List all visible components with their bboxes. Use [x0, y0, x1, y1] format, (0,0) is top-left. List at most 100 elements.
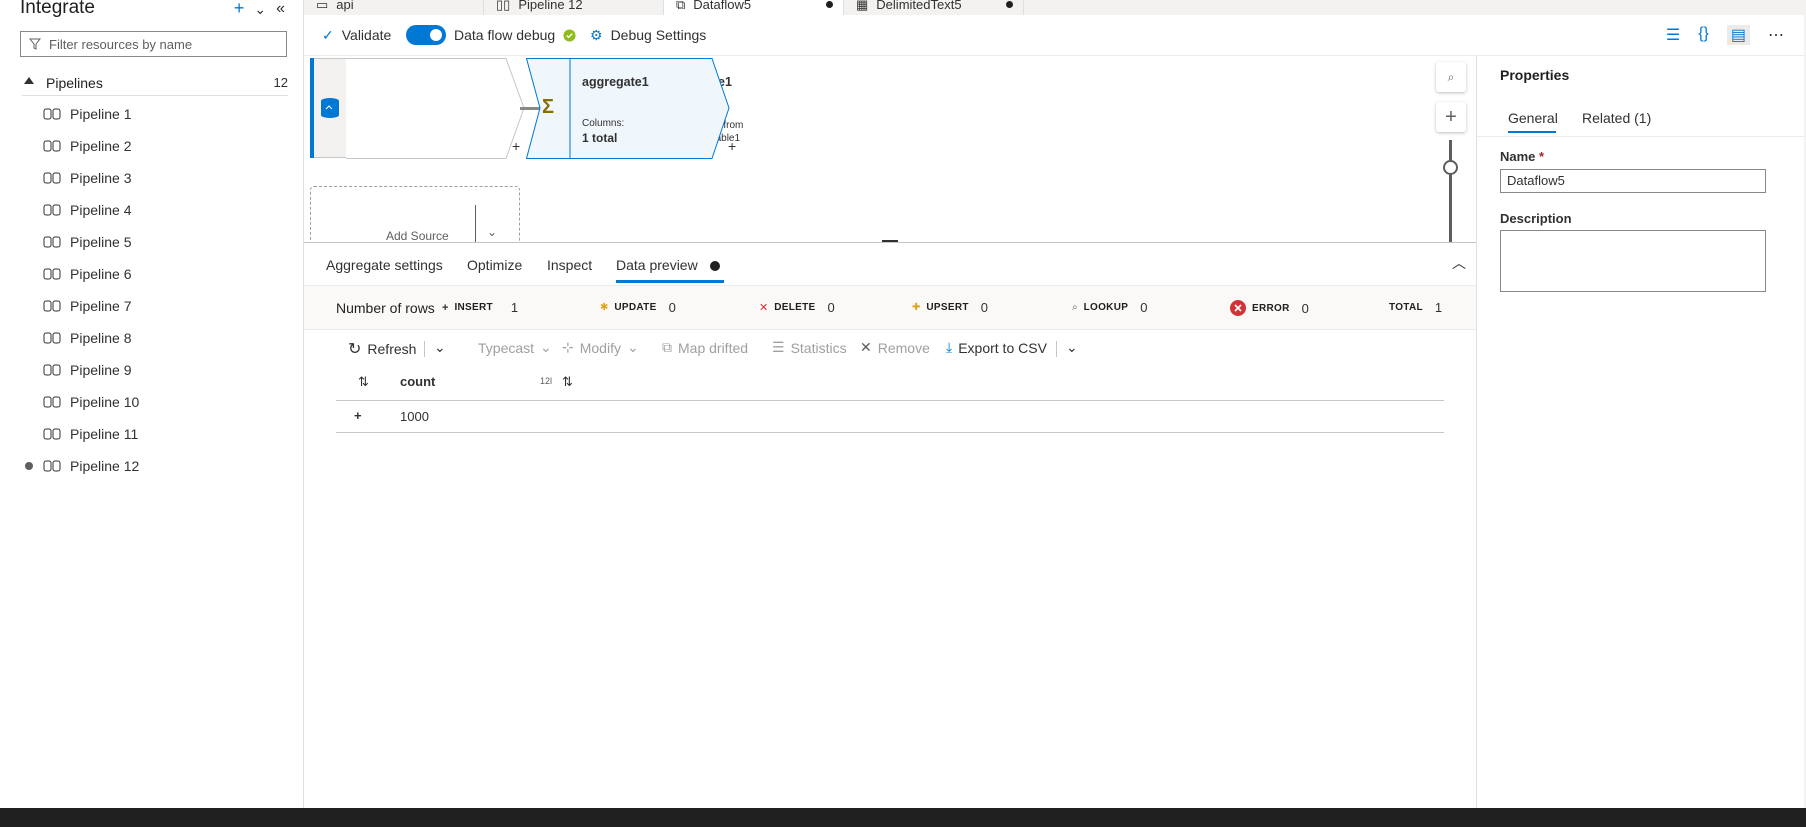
remove-button[interactable]: ✕ Remove — [860, 339, 930, 356]
pipeline-list-item[interactable]: Pipeline 5 — [25, 226, 285, 258]
debug-settings-button[interactable]: ⚙ Debug Settings — [590, 27, 706, 44]
tab-related[interactable]: Related (1) — [1582, 110, 1651, 126]
unsaved-dot-icon[interactable] — [1006, 1, 1013, 8]
stat-total: TOTAL 1 — [1389, 300, 1443, 315]
pipeline-icon — [43, 108, 63, 120]
pipeline-list-item[interactable]: Pipeline 12 — [25, 450, 285, 482]
pipeline-label: Pipeline 5 — [70, 234, 132, 250]
column-header-count[interactable]: count — [400, 374, 435, 389]
unsaved-dot-icon — [25, 174, 33, 182]
sort-icon[interactable]: ⇅ — [562, 374, 573, 390]
pipeline-list-item[interactable]: Pipeline 4 — [25, 194, 285, 226]
pipeline-list-item[interactable]: Pipeline 10 — [25, 386, 285, 418]
typecast-button[interactable]: Typecast ⌄ — [478, 339, 552, 356]
sort-icon[interactable]: ⇅ — [358, 374, 369, 390]
pipeline-icon: ▯▯ — [496, 0, 511, 12]
add-transform-source[interactable]: + — [512, 138, 520, 154]
pipeline-list: Pipeline 1 Pipeline 2 Pipeline 3 Pipeline 4… — [25, 98, 285, 482]
aggregate-node[interactable] — [526, 58, 746, 159]
active-dot-icon — [709, 261, 720, 272]
pipeline-list-item[interactable]: Pipeline 1 — [25, 98, 285, 130]
tab-delimitedtext5[interactable]: ▦ DelimitedText5 — [844, 0, 1024, 15]
table-row[interactable]: + 1000 — [336, 401, 1444, 433]
refresh-dropdown[interactable]: ⌄ — [434, 339, 446, 356]
tab-inspect[interactable]: Inspect — [547, 257, 592, 273]
pipeline-icon — [43, 140, 63, 152]
export-csv-button[interactable]: ⤓ Export to CSV — [946, 339, 1047, 356]
rows-label-group: Number of rows — [336, 300, 435, 316]
add-source-box[interactable]: Add Source ⌄ — [310, 186, 520, 242]
pipeline-list-item[interactable]: Pipeline 8 — [25, 322, 285, 354]
more-icon[interactable]: ⋯ — [1768, 25, 1784, 45]
tab-data-preview[interactable]: Data preview — [616, 257, 720, 273]
filter-input[interactable]: Filter resources by name — [20, 31, 287, 57]
insert-icon: + — [442, 301, 449, 314]
unsaved-dot-icon[interactable] — [826, 1, 833, 8]
description-input[interactable] — [1500, 230, 1766, 292]
tab-dataflow5[interactable]: ⧉ Dataflow5 — [664, 0, 844, 15]
pipeline-list-item[interactable]: Pipeline 3 — [25, 162, 285, 194]
expand-icon[interactable] — [24, 77, 34, 84]
group-count: 12 — [273, 75, 288, 90]
zoom-slider-track[interactable] — [1449, 140, 1452, 242]
statistics-button[interactable]: ☰ Statistics — [772, 339, 847, 356]
chevron-down-icon: ⌄ — [1066, 339, 1078, 355]
debug-toggle[interactable]: Data flow debug — [406, 25, 576, 45]
name-input[interactable]: Dataflow5 — [1500, 169, 1766, 193]
map-drifted-button[interactable]: ⧉ Map drifted — [662, 339, 748, 356]
pipeline-list-item[interactable]: Pipeline 2 — [25, 130, 285, 162]
tab-api[interactable]: ▭ api — [304, 0, 484, 15]
group-label: Pipelines — [46, 74, 103, 91]
api-icon: ▭ — [316, 0, 329, 12]
pipeline-label: Pipeline 3 — [70, 170, 132, 186]
export-dropdown[interactable]: ⌄ — [1066, 339, 1078, 356]
tab-optimize[interactable]: Optimize — [467, 257, 522, 273]
add-transform-aggregate[interactable]: + — [728, 138, 736, 154]
chevron-down-icon[interactable]: ⌄ — [487, 225, 497, 239]
zoom-slider-thumb[interactable] — [1443, 160, 1458, 175]
divider — [424, 341, 425, 357]
modify-button[interactable]: ⊹ Modify ⌄ — [562, 339, 639, 356]
pipeline-list-item[interactable]: Pipeline 6 — [25, 258, 285, 290]
pipeline-list-item[interactable]: Pipeline 7 — [25, 290, 285, 322]
statistics-icon: ☰ — [772, 339, 785, 355]
search-icon[interactable]: ⌕ — [1436, 62, 1466, 92]
divider — [1477, 136, 1806, 137]
pipelines-group[interactable]: Pipelines 12 — [22, 70, 288, 96]
pipeline-icon — [43, 364, 63, 376]
unsaved-dot-icon — [25, 430, 33, 438]
update-icon: ✱ — [600, 302, 609, 313]
tab-aggregate-settings[interactable]: Aggregate settings — [326, 257, 443, 273]
settings-icon: ⚙ — [590, 26, 603, 43]
add-icon[interactable]: + — [234, 0, 245, 19]
collapse-panel-icon[interactable]: ︿ — [1452, 253, 1466, 273]
pipeline-icon — [43, 268, 63, 280]
pipeline-label: Pipeline 2 — [70, 138, 132, 154]
source-icon-area — [314, 58, 346, 158]
validate-button[interactable]: ✓ Validate — [322, 27, 391, 44]
code-icon[interactable]: {} — [1698, 25, 1709, 45]
toggle-switch[interactable] — [406, 25, 446, 45]
aggregate-name[interactable]: aggregate1 — [582, 75, 649, 89]
properties-panel: Properties General Related (1) Name * Da… — [1476, 56, 1806, 808]
zoom-in-icon[interactable]: + — [1436, 102, 1466, 132]
pipeline-list-item[interactable]: Pipeline 11 — [25, 418, 285, 450]
hide-panel-icon[interactable]: « — [276, 0, 285, 19]
collapse-all-icon[interactable]: ⌄ — [254, 1, 266, 19]
unsaved-dot-icon — [25, 238, 33, 246]
dataflow-canvas[interactable]: source1 Import data from AzureSqlTable1 … — [304, 56, 1476, 242]
active-tab-underline — [616, 280, 724, 283]
source-node[interactable] — [346, 58, 526, 159]
pipeline-icon — [43, 332, 63, 344]
pipeline-list-item[interactable]: Pipeline 9 — [25, 354, 285, 386]
tab-pipeline-12[interactable]: ▯▯ Pipeline 12 — [484, 0, 664, 15]
tab-general[interactable]: General — [1508, 110, 1558, 126]
properties-icon[interactable]: ▤ — [1726, 25, 1750, 45]
chevron-down-icon: ⌄ — [540, 339, 552, 355]
map-icon: ⧉ — [662, 339, 672, 355]
script-icon[interactable]: ☰ — [1666, 25, 1680, 45]
unsaved-dot-icon — [25, 270, 33, 278]
refresh-button[interactable]: ↻ Refresh — [348, 339, 416, 359]
add-source-divider — [475, 205, 476, 242]
filter-icon — [29, 38, 41, 50]
